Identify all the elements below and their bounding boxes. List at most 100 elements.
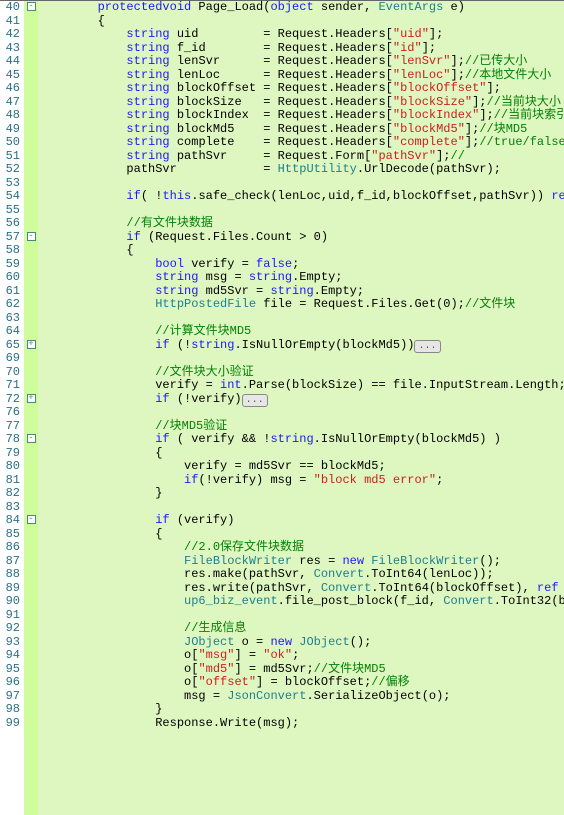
fold-marker[interactable]: [24, 298, 38, 312]
fold-gutter[interactable]: --++--: [24, 1, 38, 815]
code-area[interactable]: protectedvoid Page_Load(object sender, E…: [38, 1, 564, 815]
code-line[interactable]: if (Request.Files.Count > 0): [40, 231, 564, 245]
code-line[interactable]: o["md5"] = md5Svr;//文件块MD5: [40, 663, 564, 677]
code-line[interactable]: if(!verify) msg = "block md5 error";: [40, 474, 564, 488]
code-line[interactable]: JObject o = new JObject();: [40, 636, 564, 650]
fold-marker[interactable]: [24, 204, 38, 218]
code-line[interactable]: //生成信息: [40, 622, 564, 636]
fold-marker[interactable]: [24, 123, 38, 137]
code-line[interactable]: [40, 204, 564, 218]
code-line[interactable]: //有文件块数据: [40, 217, 564, 231]
fold-marker[interactable]: [24, 42, 38, 56]
fold-marker[interactable]: +: [24, 393, 38, 407]
code-line[interactable]: [40, 177, 564, 191]
fold-marker[interactable]: [24, 28, 38, 42]
fold-marker[interactable]: [24, 55, 38, 69]
fold-marker[interactable]: [24, 541, 38, 555]
code-line[interactable]: [40, 609, 564, 623]
code-line[interactable]: string uid = Request.Headers["uid"];: [40, 28, 564, 42]
fold-marker[interactable]: [24, 690, 38, 704]
fold-marker[interactable]: [24, 595, 38, 609]
code-line[interactable]: string pathSvr = Request.Form["pathSvr"]…: [40, 150, 564, 164]
code-line[interactable]: pathSvr = HttpUtility.UrlDecode(pathSvr)…: [40, 163, 564, 177]
fold-marker[interactable]: [24, 703, 38, 717]
code-line[interactable]: FileBlockWriter res = new FileBlockWrite…: [40, 555, 564, 569]
fold-marker[interactable]: [24, 96, 38, 110]
code-line[interactable]: if( !this.safe_check(lenLoc,uid,f_id,blo…: [40, 190, 564, 204]
code-line[interactable]: o["offset"] = blockOffset;//偏移: [40, 676, 564, 690]
fold-collapse-icon[interactable]: -: [27, 434, 36, 443]
fold-expand-icon[interactable]: +: [27, 340, 36, 349]
fold-marker[interactable]: [24, 217, 38, 231]
code-line[interactable]: string blockOffset = Request.Headers["bl…: [40, 82, 564, 96]
fold-marker[interactable]: [24, 177, 38, 191]
code-line[interactable]: [40, 312, 564, 326]
code-line[interactable]: string blockSize = Request.Headers["bloc…: [40, 96, 564, 110]
fold-marker[interactable]: [24, 285, 38, 299]
fold-marker[interactable]: [24, 82, 38, 96]
fold-marker[interactable]: [24, 312, 38, 326]
fold-marker[interactable]: [24, 717, 38, 731]
fold-marker[interactable]: [24, 460, 38, 474]
fold-marker[interactable]: [24, 258, 38, 272]
code-line[interactable]: string complete = Request.Headers["compl…: [40, 136, 564, 150]
code-line[interactable]: res.make(pathSvr, Convert.ToInt64(lenLoc…: [40, 568, 564, 582]
code-line[interactable]: if (!string.IsNullOrEmpty(blockMd5))...: [40, 339, 564, 353]
fold-marker[interactable]: [24, 555, 38, 569]
fold-expand-icon[interactable]: +: [27, 394, 36, 403]
code-line[interactable]: string blockIndex = Request.Headers["blo…: [40, 109, 564, 123]
code-line[interactable]: Response.Write(msg);: [40, 717, 564, 731]
code-line[interactable]: {: [40, 528, 564, 542]
code-line[interactable]: o["msg"] = "ok";: [40, 649, 564, 663]
fold-marker[interactable]: -: [24, 433, 38, 447]
fold-marker[interactable]: [24, 582, 38, 596]
fold-collapse-icon[interactable]: -: [27, 515, 36, 524]
code-line[interactable]: verify = md5Svr == blockMd5;: [40, 460, 564, 474]
code-line[interactable]: //文件块大小验证: [40, 366, 564, 380]
fold-marker[interactable]: [24, 352, 38, 366]
fold-marker[interactable]: [24, 622, 38, 636]
fold-marker[interactable]: [24, 676, 38, 690]
code-line[interactable]: string f_id = Request.Headers["id"];: [40, 42, 564, 56]
fold-marker[interactable]: [24, 163, 38, 177]
code-line[interactable]: if (!verify)...: [40, 393, 564, 407]
code-line[interactable]: }: [40, 703, 564, 717]
code-line[interactable]: {: [40, 15, 564, 29]
fold-marker[interactable]: [24, 528, 38, 542]
fold-marker[interactable]: [24, 501, 38, 515]
fold-marker[interactable]: [24, 271, 38, 285]
fold-marker[interactable]: [24, 109, 38, 123]
fold-marker[interactable]: [24, 379, 38, 393]
fold-marker[interactable]: [24, 609, 38, 623]
fold-marker[interactable]: [24, 636, 38, 650]
code-line[interactable]: [40, 501, 564, 515]
code-line[interactable]: if (verify): [40, 514, 564, 528]
fold-marker[interactable]: [24, 406, 38, 420]
fold-collapse-icon[interactable]: -: [27, 2, 36, 11]
fold-marker[interactable]: [24, 447, 38, 461]
fold-marker[interactable]: -: [24, 1, 38, 15]
code-line[interactable]: string blockMd5 = Request.Headers["block…: [40, 123, 564, 137]
code-line[interactable]: HttpPostedFile file = Request.Files.Get(…: [40, 298, 564, 312]
code-editor[interactable]: 4041424344454647484950515253545556575859…: [0, 0, 564, 815]
fold-marker[interactable]: [24, 325, 38, 339]
fold-marker[interactable]: -: [24, 514, 38, 528]
code-line[interactable]: protectedvoid Page_Load(object sender, E…: [40, 1, 564, 15]
collapsed-region[interactable]: ...: [242, 394, 268, 407]
fold-marker[interactable]: [24, 487, 38, 501]
code-line[interactable]: [40, 352, 564, 366]
code-line[interactable]: res.write(pathSvr, Convert.ToInt64(block…: [40, 582, 564, 596]
code-line[interactable]: string lenSvr = Request.Headers["lenSvr"…: [40, 55, 564, 69]
fold-marker[interactable]: [24, 150, 38, 164]
code-line[interactable]: {: [40, 447, 564, 461]
fold-marker[interactable]: +: [24, 339, 38, 353]
fold-marker[interactable]: [24, 649, 38, 663]
fold-marker[interactable]: [24, 136, 38, 150]
code-line[interactable]: //块MD5验证: [40, 420, 564, 434]
fold-marker[interactable]: [24, 15, 38, 29]
fold-marker[interactable]: [24, 69, 38, 83]
code-line[interactable]: bool verify = false;: [40, 258, 564, 272]
code-line[interactable]: [40, 406, 564, 420]
code-line[interactable]: string lenLoc = Request.Headers["lenLoc"…: [40, 69, 564, 83]
code-line[interactable]: if ( verify && !string.IsNullOrEmpty(blo…: [40, 433, 564, 447]
